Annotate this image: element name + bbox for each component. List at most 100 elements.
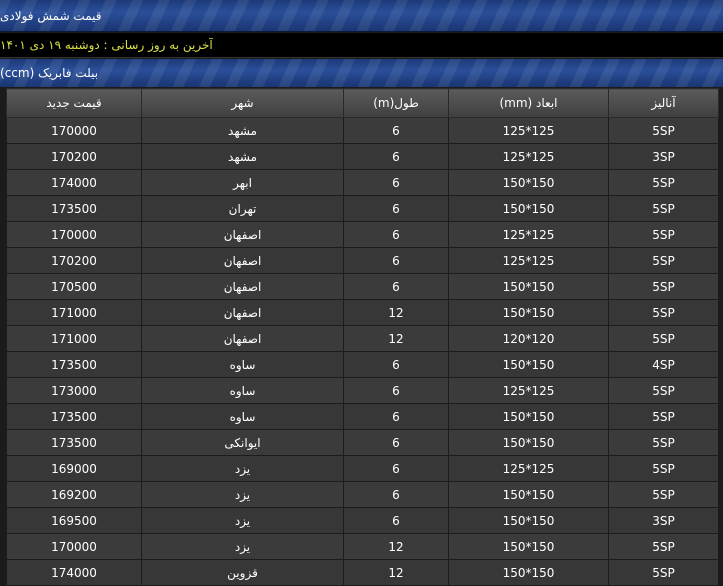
cell-length: 6 — [343, 143, 449, 170]
cell-length: 6 — [343, 351, 449, 378]
section-title: بیلت فابریک (ccm) — [0, 66, 99, 80]
cell-analysis: 5SP — [608, 169, 719, 196]
table-row: 5SP 150*150 6 یزد 169200 — [6, 481, 719, 508]
table-row: 5SP 150*150 6 ساوه 173500 — [6, 403, 719, 430]
cell-dimensions: 125*125 — [448, 247, 609, 274]
cell-length: 12 — [343, 299, 449, 326]
cell-length: 6 — [343, 481, 449, 508]
last-update-text: آخرین به روز رسانی : دوشنبه ۱۹ دی ۱۴۰۱ — [0, 38, 213, 52]
table-row: 5SP 150*150 6 ابهر 174000 — [6, 169, 719, 196]
cell-analysis: 5SP — [608, 273, 719, 300]
table-row: 5SP 125*125 6 اصفهان 170000 — [6, 221, 719, 248]
cell-length: 12 — [343, 533, 449, 560]
table-row: 5SP 120*120 12 اصفهان 171000 — [6, 325, 719, 352]
price-table-container: آنالیز ابعاد (mm) طول(m) شهر قیمت جدید 5… — [6, 88, 719, 586]
section-bar: بیلت فابریک (ccm) — [0, 59, 723, 87]
table-row: 5SP 125*125 6 مشهد 170000 — [6, 117, 719, 144]
cell-city: یزد — [141, 455, 344, 482]
cell-analysis: 3SP — [608, 143, 719, 170]
cell-analysis: 5SP — [608, 221, 719, 248]
cell-price: 173500 — [6, 429, 142, 456]
cell-city: تهران — [141, 195, 344, 222]
cell-dimensions: 150*150 — [448, 169, 609, 196]
cell-price: 170000 — [6, 117, 142, 144]
cell-length: 6 — [343, 507, 449, 534]
cell-price: 170500 — [6, 273, 142, 300]
page-title: قیمت شمش فولادی — [0, 8, 102, 23]
cell-price: 171000 — [6, 325, 142, 352]
table-body: 5SP 125*125 6 مشهد 170000 3SP 125*125 6 مشهد 1702… — [6, 117, 719, 586]
cell-dimensions: 150*150 — [448, 507, 609, 534]
table-row: 3SP 150*150 6 یزد 169500 — [6, 507, 719, 534]
cell-dimensions: 150*150 — [448, 299, 609, 326]
table-row: 5SP 150*150 12 اصفهان 171000 — [6, 299, 719, 326]
table-row: 5SP 125*125 6 یزد 169000 — [6, 455, 719, 482]
cell-length: 6 — [343, 429, 449, 456]
price-table: آنالیز ابعاد (mm) طول(m) شهر قیمت جدید 5… — [6, 88, 719, 586]
cell-city: اصفهان — [141, 221, 344, 248]
table-row: 5SP 150*150 6 ایوانکی 173500 — [6, 429, 719, 456]
cell-city: ایوانکی — [141, 429, 344, 456]
cell-dimensions: 150*150 — [448, 429, 609, 456]
cell-dimensions: 150*150 — [448, 195, 609, 222]
cell-price: 169000 — [6, 455, 142, 482]
cell-analysis: 5SP — [608, 455, 719, 482]
cell-dimensions: 125*125 — [448, 377, 609, 404]
cell-price: 171000 — [6, 299, 142, 326]
cell-city: ابهر — [141, 169, 344, 196]
title-bar: قیمت شمش فولادی — [0, 0, 723, 32]
cell-dimensions: 125*125 — [448, 117, 609, 144]
cell-city: اصفهان — [141, 247, 344, 274]
column-header-dimensions: ابعاد (mm) — [448, 88, 609, 118]
cell-length: 6 — [343, 403, 449, 430]
cell-analysis: 5SP — [608, 403, 719, 430]
cell-city: یزد — [141, 533, 344, 560]
column-header-city: شهر — [141, 88, 344, 118]
cell-analysis: 5SP — [608, 195, 719, 222]
cell-analysis: 4SP — [608, 351, 719, 378]
cell-length: 6 — [343, 195, 449, 222]
table-header-row: آنالیز ابعاد (mm) طول(m) شهر قیمت جدید — [6, 88, 719, 118]
cell-analysis: 5SP — [608, 247, 719, 274]
cell-city: اصفهان — [141, 299, 344, 326]
table-row: 4SP 150*150 6 ساوه 173500 — [6, 351, 719, 378]
cell-price: 170200 — [6, 143, 142, 170]
cell-dimensions: 150*150 — [448, 481, 609, 508]
cell-price: 169200 — [6, 481, 142, 508]
cell-dimensions: 150*150 — [448, 533, 609, 560]
cell-length: 6 — [343, 273, 449, 300]
cell-dimensions: 120*120 — [448, 325, 609, 352]
cell-length: 12 — [343, 325, 449, 352]
cell-analysis: 5SP — [608, 533, 719, 560]
cell-dimensions: 150*150 — [448, 351, 609, 378]
table-row: 5SP 150*150 12 یزد 170000 — [6, 533, 719, 560]
cell-price: 169500 — [6, 507, 142, 534]
cell-city: یزد — [141, 481, 344, 508]
cell-analysis: 3SP — [608, 507, 719, 534]
cell-price: 173500 — [6, 195, 142, 222]
cell-city: یزد — [141, 507, 344, 534]
cell-dimensions: 125*125 — [448, 221, 609, 248]
cell-city: ساوه — [141, 403, 344, 430]
cell-city: ساوه — [141, 377, 344, 404]
column-header-length: طول(m) — [343, 88, 449, 118]
cell-analysis: 5SP — [608, 377, 719, 404]
table-row: 5SP 150*150 6 تهران 173500 — [6, 195, 719, 222]
cell-city: مشهد — [141, 143, 344, 170]
cell-city: اصفهان — [141, 325, 344, 352]
cell-price: 173500 — [6, 403, 142, 430]
cell-price: 173000 — [6, 377, 142, 404]
cell-dimensions: 125*125 — [448, 455, 609, 482]
cell-length: 6 — [343, 247, 449, 274]
cell-price: 173500 — [6, 351, 142, 378]
cell-length: 6 — [343, 169, 449, 196]
cell-dimensions: 125*125 — [448, 143, 609, 170]
cell-length: 6 — [343, 117, 449, 144]
cell-dimensions: 150*150 — [448, 403, 609, 430]
table-row: 5SP 125*125 6 اصفهان 170200 — [6, 247, 719, 274]
cell-analysis: 5SP — [608, 325, 719, 352]
cell-price: 170200 — [6, 247, 142, 274]
cell-city: مشهد — [141, 117, 344, 144]
cell-length: 6 — [343, 377, 449, 404]
cell-length: 6 — [343, 221, 449, 248]
